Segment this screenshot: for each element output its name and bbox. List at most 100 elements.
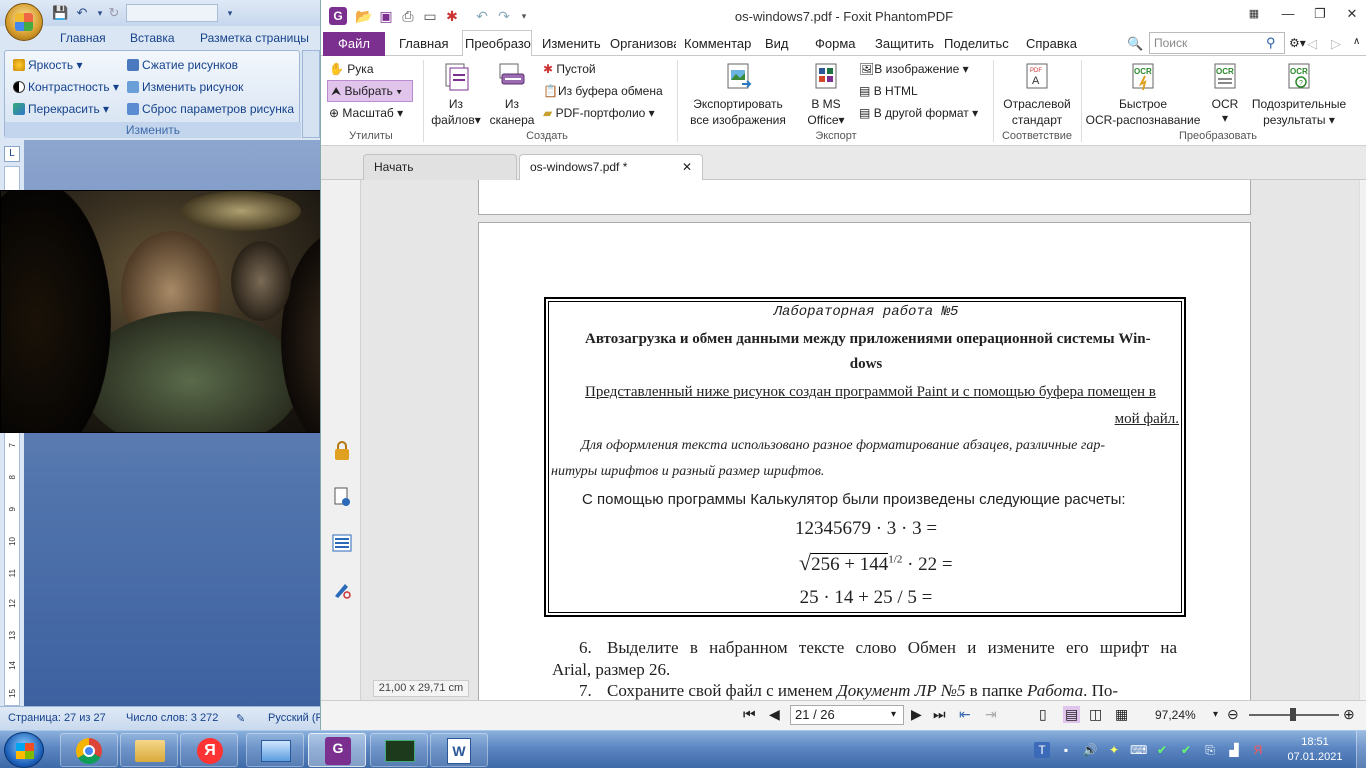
show-desktop-button[interactable] bbox=[1356, 731, 1366, 768]
continuous-page-icon[interactable]: ▤ bbox=[1063, 706, 1081, 723]
language-indicator[interactable]: Русский (Р bbox=[268, 712, 320, 724]
taskbar-control-panel[interactable] bbox=[246, 733, 304, 767]
to-other-format-button[interactable]: ▤ В другой формат ▾ bbox=[859, 106, 978, 120]
yandex-tray-icon[interactable]: Я bbox=[1250, 742, 1266, 758]
from-files-button[interactable]: Из файлов▾ bbox=[431, 60, 481, 128]
keyboard-icon[interactable]: ⌨ bbox=[1130, 742, 1147, 758]
ribbon-options-icon[interactable]: ▦ bbox=[1243, 4, 1265, 24]
suspicious-results-button[interactable]: OCR? Подозрительные результаты ▾ bbox=[1247, 60, 1351, 128]
collapse-ribbon-icon[interactable]: ∧ bbox=[1353, 36, 1360, 47]
taskbar-explorer[interactable] bbox=[120, 733, 178, 767]
word-qat-field[interactable] bbox=[126, 4, 218, 22]
tab-form[interactable]: Форма bbox=[815, 36, 856, 51]
minimize-button[interactable]: — bbox=[1277, 4, 1299, 24]
compress-pictures-button[interactable]: Сжатие рисунков bbox=[127, 58, 238, 72]
ocr-button[interactable]: OCR OCR ▾ bbox=[1205, 60, 1245, 128]
tab-share[interactable]: Поделитьс bbox=[944, 36, 1014, 51]
from-scanner-button[interactable]: Из сканера bbox=[487, 60, 537, 128]
vertical-scrollbar[interactable] bbox=[1359, 180, 1366, 700]
word-tab-insert[interactable]: Вставка bbox=[130, 31, 175, 45]
tab-start-page[interactable]: Начать bbox=[363, 154, 517, 180]
tab-convert[interactable]: Преобразо bbox=[462, 30, 532, 57]
from-clipboard-button[interactable]: 📋Из буфера обмена bbox=[543, 84, 663, 98]
video-player-frame[interactable] bbox=[0, 190, 361, 433]
page-dropdown-icon[interactable]: ▾ bbox=[891, 706, 896, 724]
industry-standard-button[interactable]: PDF A Отраслевой стандарт bbox=[997, 60, 1077, 128]
network-icon[interactable]: ▟ bbox=[1226, 742, 1242, 758]
tab-comment[interactable]: Комментар bbox=[684, 36, 751, 51]
settings-icon[interactable]: ⚙▾ bbox=[1289, 36, 1306, 50]
tab-file[interactable]: Файл bbox=[323, 32, 385, 56]
security-tray-icon[interactable]: ✔ bbox=[1178, 742, 1194, 758]
next-view-icon[interactable]: ⇥ bbox=[985, 706, 997, 723]
undo-icon[interactable]: ↶ bbox=[74, 5, 90, 21]
tab-view[interactable]: Вид bbox=[765, 36, 789, 51]
tab-help[interactable]: Справка bbox=[1026, 36, 1077, 51]
facing-page-icon[interactable]: ◫ bbox=[1089, 706, 1102, 723]
previous-view-icon[interactable]: ⇤ bbox=[959, 706, 971, 723]
contrast-button[interactable]: Контрастность ▾ bbox=[13, 80, 119, 94]
spellcheck-icon[interactable]: ✎ bbox=[236, 712, 245, 725]
tab-home[interactable]: Главная bbox=[399, 36, 448, 51]
export-all-images-button[interactable]: Экспортировать все изображения bbox=[683, 60, 793, 128]
tab-document[interactable]: os-windows7.pdf * ✕ bbox=[519, 154, 703, 180]
blank-button[interactable]: ✱ Пустой bbox=[543, 62, 596, 76]
back-icon[interactable]: ◁ bbox=[1307, 36, 1317, 52]
signature-icon[interactable] bbox=[331, 578, 353, 600]
previous-page-icon[interactable]: ◀ bbox=[769, 706, 780, 723]
app-tray-icon[interactable]: ▪ bbox=[1058, 742, 1074, 758]
ocr-dropdown-icon[interactable]: ▾ bbox=[1205, 110, 1245, 126]
brightness-button[interactable]: Яркость ▾ bbox=[13, 58, 83, 72]
reset-picture-button[interactable]: Сброс параметров рисунка bbox=[127, 102, 294, 116]
tray-app-icon[interactable]: ✦ bbox=[1106, 742, 1122, 758]
to-image-button[interactable]: 🖼В изображение ▾ bbox=[859, 62, 969, 76]
recolor-button[interactable]: Перекрасить ▾ bbox=[13, 102, 109, 116]
qat-customize-icon[interactable]: ▾ bbox=[222, 5, 238, 21]
tell-me-icon[interactable]: 🔍 bbox=[1127, 36, 1143, 52]
last-page-icon[interactable]: ⏭ bbox=[933, 706, 946, 723]
clock[interactable]: 18:51 07.01.2021 bbox=[1280, 735, 1350, 765]
tab-organize[interactable]: Организова bbox=[610, 36, 676, 51]
volume-icon[interactable]: 🔊 bbox=[1082, 742, 1098, 758]
zoom-slider-handle[interactable] bbox=[1290, 708, 1296, 721]
hand-tool-button[interactable]: ✋ Рука bbox=[329, 62, 374, 76]
zoom-level[interactable]: 97,24% bbox=[1155, 708, 1196, 722]
forward-icon[interactable]: ▷ bbox=[1331, 36, 1341, 52]
tab-protect[interactable]: Защитить bbox=[875, 36, 934, 51]
maximize-button[interactable]: ❐ bbox=[1309, 4, 1331, 24]
next-page-icon[interactable]: ▶ bbox=[911, 706, 922, 723]
page-count[interactable]: Страница: 27 из 27 bbox=[8, 712, 106, 724]
document-view[interactable]: Лабораторная работа №5 Автозагрузка и об… bbox=[361, 180, 1359, 700]
save-icon[interactable]: 💾 bbox=[52, 5, 68, 21]
security-icon[interactable] bbox=[331, 440, 353, 462]
change-picture-button[interactable]: Изменить рисунок bbox=[127, 80, 243, 94]
zoom-out-icon[interactable]: ⊖ bbox=[1227, 706, 1239, 723]
redo-icon[interactable]: ↻ bbox=[106, 5, 122, 21]
first-page-icon[interactable]: ⏮ bbox=[743, 706, 756, 723]
layers-icon[interactable] bbox=[331, 532, 353, 554]
teams-icon[interactable]: T bbox=[1034, 742, 1050, 758]
pdf-portfolio-button[interactable]: ▰ PDF-портфолио ▾ bbox=[543, 106, 655, 120]
usb-icon[interactable]: ⎘ bbox=[1202, 742, 1218, 758]
search-icon[interactable]: ⚲ bbox=[1266, 35, 1276, 51]
taskbar-media[interactable] bbox=[370, 733, 428, 767]
zoom-tool-button[interactable]: ⊕ Масштаб ▾ bbox=[329, 106, 403, 120]
continuous-facing-icon[interactable]: ▦ bbox=[1115, 706, 1128, 723]
search-input[interactable]: Поиск ⚲ bbox=[1149, 32, 1285, 54]
document-properties-icon[interactable] bbox=[331, 486, 353, 508]
to-html-button[interactable]: ▤ В HTML bbox=[859, 84, 918, 98]
word-count[interactable]: Число слов: 3 272 bbox=[126, 712, 218, 724]
start-button[interactable] bbox=[4, 732, 44, 768]
tab-edit[interactable]: Изменить bbox=[542, 36, 601, 51]
tab-selector[interactable]: L bbox=[4, 146, 20, 162]
word-tab-home[interactable]: Главная bbox=[60, 31, 106, 45]
single-page-icon[interactable]: ▯ bbox=[1039, 706, 1047, 723]
select-tool-button[interactable]: ⮝ Выбрать ▾ bbox=[327, 80, 413, 102]
taskbar-chrome[interactable] bbox=[60, 733, 118, 767]
to-ms-office-button[interactable]: В MS Office▾ bbox=[801, 60, 851, 128]
update-icon[interactable]: ✔ bbox=[1154, 742, 1170, 758]
page-number-input[interactable]: 21 / 26 ▾ bbox=[790, 705, 904, 725]
close-tab-icon[interactable]: ✕ bbox=[682, 155, 692, 179]
taskbar-word[interactable]: W bbox=[430, 733, 488, 767]
zoom-dropdown-icon[interactable]: ▾ bbox=[1213, 709, 1218, 720]
